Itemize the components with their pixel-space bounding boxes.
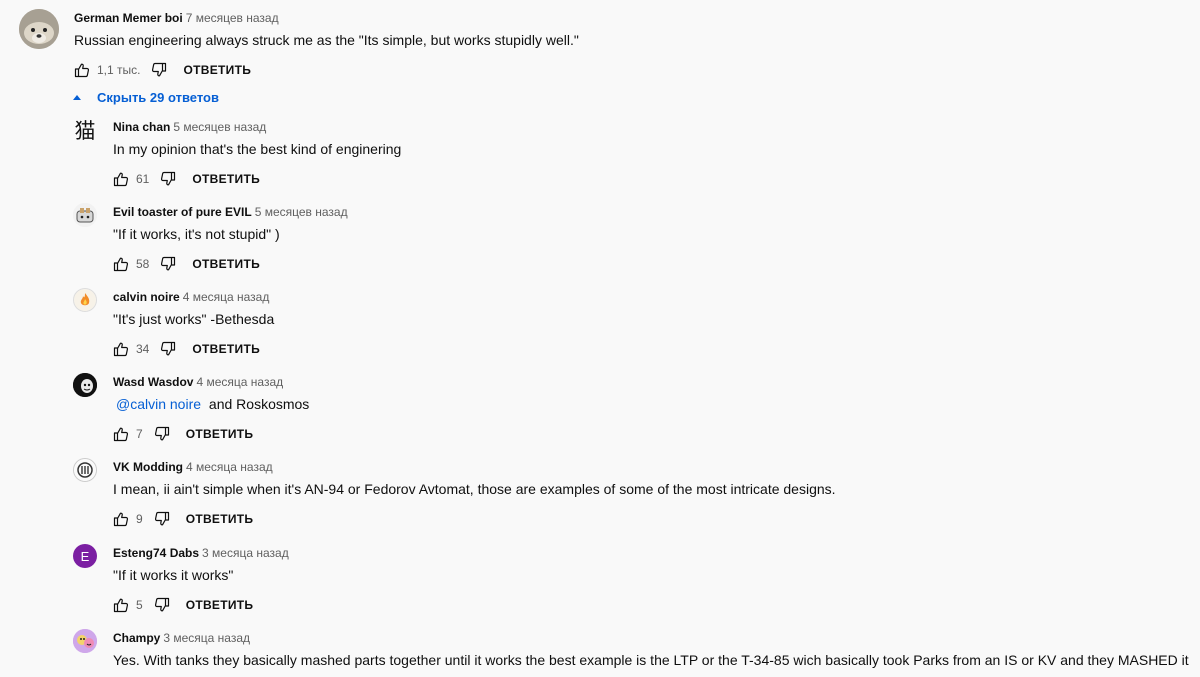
like-icon[interactable] <box>113 171 129 187</box>
comment-text-body: and Roskosmos <box>205 396 310 412</box>
timestamp[interactable]: 4 месяца назад <box>186 460 273 474</box>
comment-actions: 5 ОТВЕТИТЬ <box>113 595 253 615</box>
comment-text: In my opinion that's the best kind of en… <box>113 141 402 157</box>
timestamp[interactable]: 4 месяца назад <box>183 290 270 304</box>
like-count: 61 <box>136 172 150 186</box>
author-name[interactable]: Esteng74 Dabs <box>113 546 199 560</box>
reply-button[interactable]: ОТВЕТИТЬ <box>192 342 260 356</box>
timestamp[interactable]: 4 месяца назад <box>196 375 283 389</box>
reply-button[interactable]: ОТВЕТИТЬ <box>186 598 254 612</box>
dislike-icon[interactable] <box>154 511 170 527</box>
comment-text: Yes. With tanks they basically mashed pa… <box>113 652 1189 668</box>
like-count: 1,1 тыс. <box>97 63 141 77</box>
face-avatar-icon <box>73 373 97 397</box>
comment-header: Esteng74 Dabs 3 месяца назад <box>113 546 289 560</box>
author-name[interactable]: Evil toaster of pure EVIL <box>113 205 252 219</box>
like-icon[interactable] <box>113 597 129 613</box>
comment-text: @calvin noire and Roskosmos <box>113 395 309 413</box>
timestamp[interactable]: 7 месяцев назад <box>186 11 279 25</box>
comment-header: Nina chan 5 месяцев назад <box>113 120 266 134</box>
avatar[interactable] <box>73 203 97 227</box>
author-name[interactable]: VK Modding <box>113 460 183 474</box>
like-icon[interactable] <box>113 426 129 442</box>
reply-button[interactable]: ОТВЕТИТЬ <box>192 257 260 271</box>
chevron-up-icon <box>73 95 81 100</box>
like-icon[interactable] <box>113 511 129 527</box>
comment-text: "If it works it works" <box>113 567 234 583</box>
author-name[interactable]: Wasd Wasdov <box>113 375 193 389</box>
timestamp[interactable]: 5 месяцев назад <box>173 120 266 134</box>
reply-button[interactable]: ОТВЕТИТЬ <box>183 63 251 77</box>
toaster-avatar-icon <box>73 203 97 227</box>
author-name[interactable]: calvin noire <box>113 290 180 304</box>
avatar-letter: E <box>80 548 90 564</box>
comment-header: calvin noire 4 месяца назад <box>113 290 269 304</box>
avatar[interactable] <box>73 288 97 312</box>
dislike-icon[interactable] <box>154 597 170 613</box>
avatar[interactable]: E <box>73 544 97 568</box>
dislike-icon[interactable] <box>151 62 167 78</box>
reply-button[interactable]: ОТВЕТИТЬ <box>186 512 254 526</box>
hide-replies-label: Скрыть 29 ответов <box>97 90 219 105</box>
cartoon-avatar-icon <box>73 629 97 653</box>
author-name[interactable]: Nina chan <box>113 120 170 134</box>
avatar[interactable] <box>73 458 97 482</box>
reply-button[interactable]: ОТВЕТИТЬ <box>192 172 260 186</box>
like-count: 5 <box>136 598 143 612</box>
comment-text: "If it works, it's not stupid" ) <box>113 226 280 242</box>
comment-actions: 9 ОТВЕТИТЬ <box>113 509 253 529</box>
like-icon[interactable] <box>74 62 90 78</box>
like-icon[interactable] <box>113 341 129 357</box>
comment-text: Russian engineering always struck me as … <box>74 32 579 48</box>
comment-header: Champy 3 месяца назад <box>113 631 250 645</box>
author-name[interactable]: German Memer boi <box>74 11 183 25</box>
like-count: 34 <box>136 342 150 356</box>
avatar[interactable]: 猫 <box>73 118 97 142</box>
flame-avatar-icon <box>74 289 96 311</box>
comment-actions: 34 ОТВЕТИТЬ <box>113 339 260 359</box>
comment-actions: 61 ОТВЕТИТЬ <box>113 169 260 189</box>
dislike-icon[interactable] <box>160 256 176 272</box>
comment-text: "It's just works" -Bethesda <box>113 311 275 327</box>
comment-header: German Memer boi 7 месяцев назад <box>74 11 279 25</box>
reply-button[interactable]: ОТВЕТИТЬ <box>186 427 254 441</box>
dislike-icon[interactable] <box>160 341 176 357</box>
logo-avatar-icon <box>74 459 96 481</box>
like-icon[interactable] <box>113 256 129 272</box>
timestamp[interactable]: 5 месяцев назад <box>255 205 348 219</box>
dislike-icon[interactable] <box>160 171 176 187</box>
comment-header: Evil toaster of pure EVIL 5 месяцев назад <box>113 205 348 219</box>
dislike-icon[interactable] <box>154 426 170 442</box>
comment-header: VK Modding 4 месяца назад <box>113 460 273 474</box>
comment-actions: 7 ОТВЕТИТЬ <box>113 424 253 444</box>
author-name[interactable]: Champy <box>113 631 160 645</box>
comment-header: Wasd Wasdov 4 месяца назад <box>113 375 283 389</box>
like-count: 9 <box>136 512 143 526</box>
cat-glyph-icon: 猫 <box>74 119 96 142</box>
like-count: 7 <box>136 427 143 441</box>
avatar[interactable] <box>73 629 97 653</box>
comment-actions: 58 ОТВЕТИТЬ <box>113 254 260 274</box>
timestamp[interactable]: 3 месяца назад <box>202 546 289 560</box>
avatar[interactable] <box>19 9 59 49</box>
mention-link[interactable]: @calvin noire <box>116 396 201 412</box>
like-count: 58 <box>136 257 150 271</box>
timestamp[interactable]: 3 месяца назад <box>163 631 250 645</box>
comment-text: I mean, ii ain't simple when it's AN-94 … <box>113 481 836 497</box>
avatar[interactable] <box>73 373 97 397</box>
comment-actions: 1,1 тыс. ОТВЕТИТЬ <box>74 60 251 80</box>
hide-replies-button[interactable]: Скрыть 29 ответов <box>72 90 219 105</box>
dog-avatar-icon <box>19 9 59 49</box>
